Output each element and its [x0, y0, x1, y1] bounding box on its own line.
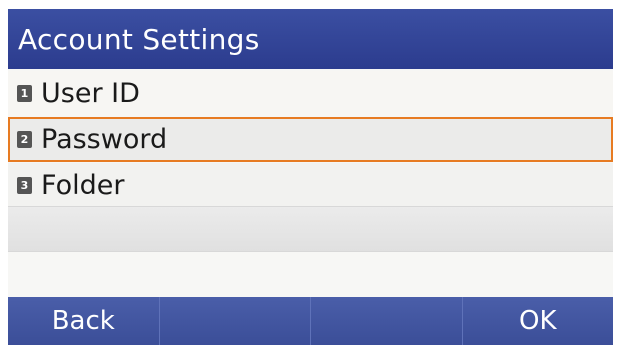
title-bar: Account Settings	[8, 9, 613, 69]
number-2-icon: 2	[17, 131, 32, 148]
phone-display: Account Settings 1 User ID 2 Password 3 …	[0, 0, 621, 352]
softkey-2[interactable]	[160, 297, 311, 345]
back-softkey[interactable]: Back	[8, 297, 160, 345]
menu-item-label: User ID	[41, 78, 140, 109]
menu-list: 1 User ID 2 Password 3 Folder	[8, 69, 613, 297]
menu-item-folder[interactable]: 3 Folder	[8, 163, 613, 208]
menu-item-empty	[8, 252, 613, 297]
number-1-icon: 1	[17, 85, 32, 102]
number-3-icon: 3	[17, 177, 32, 194]
softkey-bar: Back OK	[8, 297, 613, 345]
menu-item-label: Folder	[41, 170, 125, 201]
page-title: Account Settings	[18, 22, 260, 56]
softkey-3[interactable]	[311, 297, 463, 345]
menu-item-empty	[8, 207, 613, 252]
ok-softkey[interactable]: OK	[463, 297, 614, 345]
menu-item-user-id[interactable]: 1 User ID	[8, 71, 613, 116]
menu-item-password[interactable]: 2 Password	[8, 117, 613, 162]
menu-item-label: Password	[41, 124, 168, 155]
